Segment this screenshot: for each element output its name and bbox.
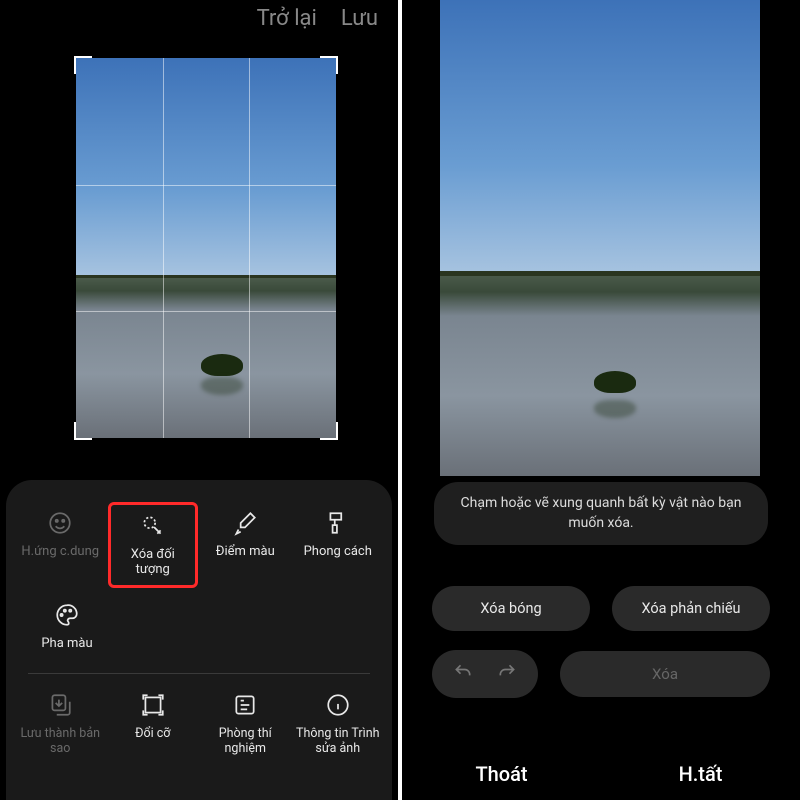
divider — [28, 673, 370, 674]
done-button[interactable]: H.tất — [601, 762, 800, 786]
tool-style[interactable]: Phong cách — [293, 502, 383, 588]
palette-icon — [54, 602, 80, 628]
action-about[interactable]: Thông tin Trình sửa ảnh — [292, 684, 385, 764]
resize-icon — [140, 692, 166, 718]
erase-button[interactable]: Xóa — [560, 651, 770, 697]
undo-redo-group — [432, 650, 538, 698]
tool-label: Pha màu — [41, 636, 92, 651]
eyedropper-icon — [232, 510, 258, 536]
action-save-copy[interactable]: Lưu thành bản sao — [14, 684, 107, 764]
editor-screen-tools: Trở lại Lưu H.ứng c.dung — [0, 0, 398, 800]
crop-handle-br[interactable] — [320, 422, 338, 440]
tool-sheet: H.ứng c.dung Xóa đối tượng Điểm màu Phon… — [6, 480, 392, 800]
face-icon — [47, 510, 73, 536]
redo-icon[interactable] — [496, 662, 518, 686]
photo-preview — [76, 58, 336, 438]
undo-icon[interactable] — [452, 662, 474, 686]
save-button[interactable]: Lưu — [341, 6, 378, 31]
tool-color-mix[interactable]: Pha màu — [22, 594, 112, 659]
tool-label: Xóa đối tượng — [113, 547, 193, 577]
tool-label: Lưu thành bản sao — [16, 726, 105, 756]
tool-label: Phong cách — [304, 544, 372, 559]
hint-tooltip: Chạm hoặc vẽ xung quanh bất kỳ vật nào b… — [434, 482, 768, 545]
exit-button[interactable]: Thoát — [402, 762, 601, 786]
tool-erase-object[interactable]: Xóa đối tượng — [108, 502, 198, 588]
info-icon — [325, 692, 351, 718]
tool-label: Đổi cỡ — [135, 726, 170, 741]
photo-canvas[interactable] — [440, 0, 760, 476]
crop-handle-tl[interactable] — [74, 56, 92, 74]
lab-icon — [232, 692, 258, 718]
crop-handle-tr[interactable] — [320, 56, 338, 74]
back-button[interactable]: Trở lại — [257, 6, 317, 31]
erase-object-icon — [140, 513, 166, 539]
save-copy-icon — [47, 692, 73, 718]
tool-spot-color[interactable]: Điểm màu — [200, 502, 290, 588]
tool-label: H.ứng c.dung — [21, 544, 99, 559]
action-resize[interactable]: Đổi cỡ — [107, 684, 200, 764]
remove-reflection-button[interactable]: Xóa phản chiếu — [612, 586, 770, 631]
remove-shadow-button[interactable]: Xóa bóng — [432, 586, 590, 631]
header: Trở lại Lưu — [257, 6, 378, 31]
editor-screen-erase: Chạm hoặc vẽ xung quanh bất kỳ vật nào b… — [402, 0, 800, 800]
image-crop-preview[interactable] — [76, 58, 336, 438]
tool-portrait-effect[interactable]: H.ứng c.dung — [15, 502, 105, 588]
style-brush-icon — [325, 510, 351, 536]
tool-label: Thông tin Trình sửa ảnh — [294, 726, 383, 756]
action-lab[interactable]: Phòng thí nghiệm — [199, 684, 292, 764]
tool-label: Phòng thí nghiệm — [201, 726, 290, 756]
tool-label: Điểm màu — [216, 544, 275, 559]
crop-handle-bl[interactable] — [74, 422, 92, 440]
